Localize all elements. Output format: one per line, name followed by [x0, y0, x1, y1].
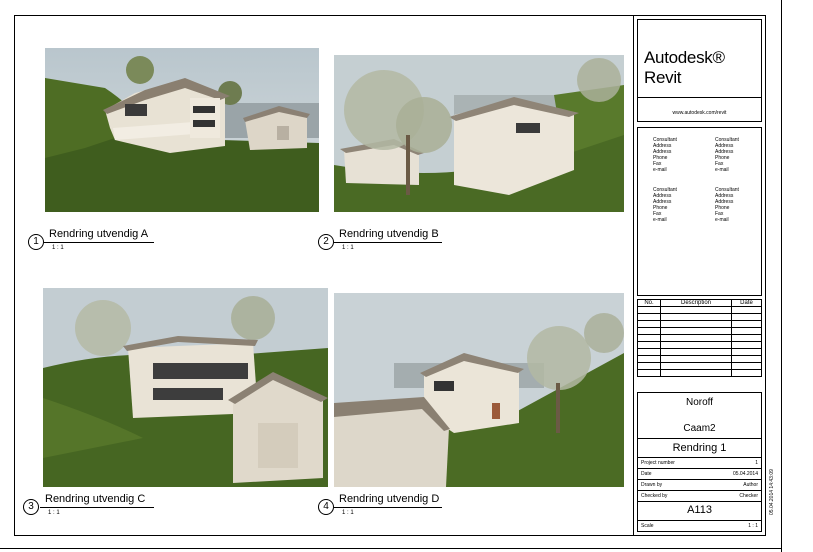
- render-view-1[interactable]: [45, 48, 319, 212]
- page-edge-right: [781, 0, 782, 552]
- divider: [638, 520, 761, 521]
- revision-row: [637, 341, 762, 349]
- view-scale-1: 1 : 1: [52, 245, 64, 251]
- divider: [638, 501, 761, 502]
- consultant-block-1: Consultant Address Address Phone Fax e-m…: [653, 137, 677, 173]
- field-label-drawn-by: Drawn by: [641, 482, 663, 488]
- print-timestamp: 05.04.2014 14:43:09: [769, 469, 775, 515]
- revision-table-wrap: No. Description Date: [637, 299, 762, 388]
- sheet-name: Rendring 1: [672, 442, 727, 454]
- revision-row: [637, 355, 762, 363]
- divider: [638, 468, 761, 469]
- view-number-3: 3: [23, 499, 39, 515]
- view-number-2: 2: [318, 234, 334, 250]
- field-label-checked-by: Checked by: [641, 493, 668, 499]
- view-title-underline: [40, 507, 154, 508]
- divider: [638, 457, 761, 458]
- revision-table: No. Description Date: [637, 299, 762, 377]
- revision-row: [637, 327, 762, 335]
- revision-header-description: Description: [660, 299, 732, 307]
- field-label-scale: Scale: [641, 523, 654, 529]
- view-number-4: 4: [318, 499, 334, 515]
- consultant-block-3: Consultant Address Address Phone Fax e-m…: [653, 187, 677, 223]
- field-value-checked-by: Checker: [739, 493, 758, 499]
- view-scale-4: 1 : 1: [342, 510, 354, 516]
- owner-name: Noroff: [685, 397, 714, 408]
- revision-row: [637, 362, 762, 370]
- consultant-block-4: Consultant Address Address Phone Fax e-m…: [715, 187, 739, 223]
- field-value-project-number: 1: [755, 460, 758, 466]
- revision-header-date: Date: [731, 299, 762, 307]
- autodesk-revit-logo: Autodesk® Revit: [644, 48, 725, 87]
- sheet-number: A113: [687, 504, 712, 516]
- view-title-underline: [334, 507, 442, 508]
- revision-header-row: No. Description Date: [637, 299, 762, 307]
- view-title-1: Rendring utvendig A: [49, 228, 149, 240]
- revision-row: [637, 334, 762, 342]
- view-scale-3: 1 : 1: [48, 510, 60, 516]
- render-view-3[interactable]: [43, 288, 328, 487]
- render-view-2[interactable]: [334, 55, 624, 212]
- revision-row: [637, 369, 762, 377]
- view-title-underline: [334, 242, 442, 243]
- revision-header-no: No.: [637, 299, 661, 307]
- project-info-box: Noroff Caam2 Rendring 1 Project number 1…: [637, 392, 762, 532]
- revision-row: [637, 320, 762, 328]
- website-link[interactable]: www.autodesk.com/revit: [638, 110, 761, 116]
- consultants-box: Consultant Address Address Phone Fax e-m…: [637, 127, 762, 296]
- divider: [638, 438, 761, 439]
- field-value-date: 05.04.2014: [732, 471, 758, 477]
- revision-row: [637, 313, 762, 321]
- view-scale-2: 1 : 1: [342, 245, 354, 251]
- revision-row: [637, 348, 762, 356]
- view-title-4: Rendring utvendig D: [339, 493, 440, 505]
- field-value-drawn-by: Author: [743, 482, 758, 488]
- divider: [638, 479, 761, 480]
- divider: [638, 490, 761, 491]
- revision-row: [637, 306, 762, 314]
- page-edge-bottom: [0, 548, 782, 549]
- view-number-1: 1: [28, 234, 44, 250]
- consultant-block-2: Consultant Address Address Phone Fax e-m…: [715, 137, 739, 173]
- field-value-scale: 1 : 1: [748, 523, 758, 529]
- divider: [638, 97, 761, 98]
- view-title-underline: [44, 242, 154, 243]
- project-name: Caam2: [683, 423, 716, 434]
- logo-box: Autodesk® Revit www.autodesk.com/revit: [637, 19, 762, 122]
- view-title-3: Rendring utvendig C: [45, 493, 146, 505]
- field-label-date: Date: [641, 471, 652, 477]
- view-title-2: Rendring utvendig B: [339, 228, 439, 240]
- field-label-project-number: Project number: [641, 460, 675, 466]
- render-view-4[interactable]: [334, 293, 624, 487]
